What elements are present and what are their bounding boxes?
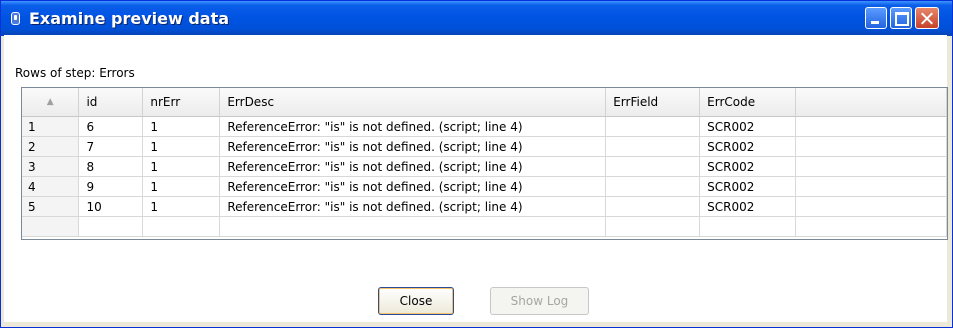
table-row[interactable]: 5 10 1 ReferenceError: "is" is not defin… (22, 196, 947, 217)
row-number: 3 (22, 156, 80, 177)
maximize-button[interactable] (890, 7, 912, 29)
column-header-nrerr[interactable]: nrErr (142, 88, 221, 117)
table-row[interactable]: 2 7 1 ReferenceError: "is" is not define… (22, 136, 947, 157)
cell-errdesc[interactable]: ReferenceError: "is" is not defined. (sc… (219, 136, 607, 157)
cell-id[interactable]: 10 (78, 196, 144, 217)
preview-grid[interactable]: ▲ id nrErr ErrDesc ErrField ErrCode 1 6 … (21, 87, 948, 240)
cell-errdesc[interactable]: ReferenceError: "is" is not defined. (sc… (219, 116, 607, 137)
cell-errfield[interactable] (605, 176, 701, 197)
cell-errcode[interactable]: SCR002 (699, 176, 797, 197)
cell-errfield[interactable] (605, 136, 701, 157)
cell-errdesc[interactable]: ReferenceError: "is" is not defined. (sc… (219, 156, 607, 177)
row-number: 5 (22, 196, 80, 217)
row-number: 2 (22, 136, 80, 157)
cell-filler (795, 156, 947, 177)
cell-errfield[interactable] (605, 116, 701, 137)
row-number (22, 216, 80, 237)
cell-id[interactable]: 9 (78, 176, 144, 197)
window-title: Examine preview data (29, 9, 230, 28)
column-header-errcode[interactable]: ErrCode (699, 88, 797, 117)
preview-table: ▲ id nrErr ErrDesc ErrField ErrCode 1 6 … (22, 88, 947, 237)
rows-caption: Rows of step: Errors (15, 66, 135, 80)
cell-id[interactable]: 6 (78, 116, 144, 137)
cell-nrerr[interactable]: 1 (142, 136, 221, 157)
cell-filler (795, 136, 947, 157)
column-header-id[interactable]: id (78, 88, 144, 117)
cell-errdesc[interactable]: ReferenceError: "is" is not defined. (sc… (219, 196, 607, 217)
cell-id[interactable]: 8 (78, 156, 144, 177)
close-window-button[interactable] (915, 7, 939, 29)
table-row[interactable]: 3 8 1 ReferenceError: "is" is not define… (22, 156, 947, 177)
cell-nrerr[interactable]: 1 (142, 176, 221, 197)
cell-filler (795, 216, 947, 237)
app-icon (11, 12, 20, 25)
cell-errfield[interactable] (605, 156, 701, 177)
cell-nrerr[interactable]: 1 (142, 196, 221, 217)
row-number: 1 (22, 116, 80, 137)
cell-filler (795, 116, 947, 137)
cell-errcode[interactable] (699, 216, 797, 237)
sort-ascending-icon[interactable]: ▲ (22, 88, 80, 117)
row-number: 4 (22, 176, 80, 197)
table-row[interactable]: 4 9 1 ReferenceError: "is" is not define… (22, 176, 947, 197)
cell-errcode[interactable]: SCR002 (699, 196, 797, 217)
show-log-button[interactable]: Show Log (490, 287, 589, 315)
column-header-errdesc[interactable]: ErrDesc (219, 88, 607, 117)
cell-filler (795, 176, 947, 197)
cell-nrerr[interactable] (142, 216, 221, 237)
title-bar[interactable]: Examine preview data (1, 1, 952, 36)
cell-nrerr[interactable]: 1 (142, 156, 221, 177)
table-row-empty[interactable] (22, 216, 947, 237)
table-header-row: ▲ id nrErr ErrDesc ErrField ErrCode (22, 88, 947, 117)
cell-nrerr[interactable]: 1 (142, 116, 221, 137)
cell-errcode[interactable]: SCR002 (699, 156, 797, 177)
close-button[interactable]: Close (378, 287, 454, 315)
cell-errfield[interactable] (605, 216, 701, 237)
minimize-button[interactable] (865, 7, 887, 29)
column-header-errfield[interactable]: ErrField (605, 88, 701, 117)
cell-errdesc[interactable] (219, 216, 607, 237)
cell-filler (795, 196, 947, 217)
column-header-filler (795, 88, 947, 117)
table-row[interactable]: 1 6 1 ReferenceError: "is" is not define… (22, 116, 947, 137)
cell-id[interactable] (78, 216, 144, 237)
cell-errcode[interactable]: SCR002 (699, 116, 797, 137)
cell-errcode[interactable]: SCR002 (699, 136, 797, 157)
cell-id[interactable]: 7 (78, 136, 144, 157)
cell-errfield[interactable] (605, 196, 701, 217)
cell-errdesc[interactable]: ReferenceError: "is" is not defined. (sc… (219, 176, 607, 197)
